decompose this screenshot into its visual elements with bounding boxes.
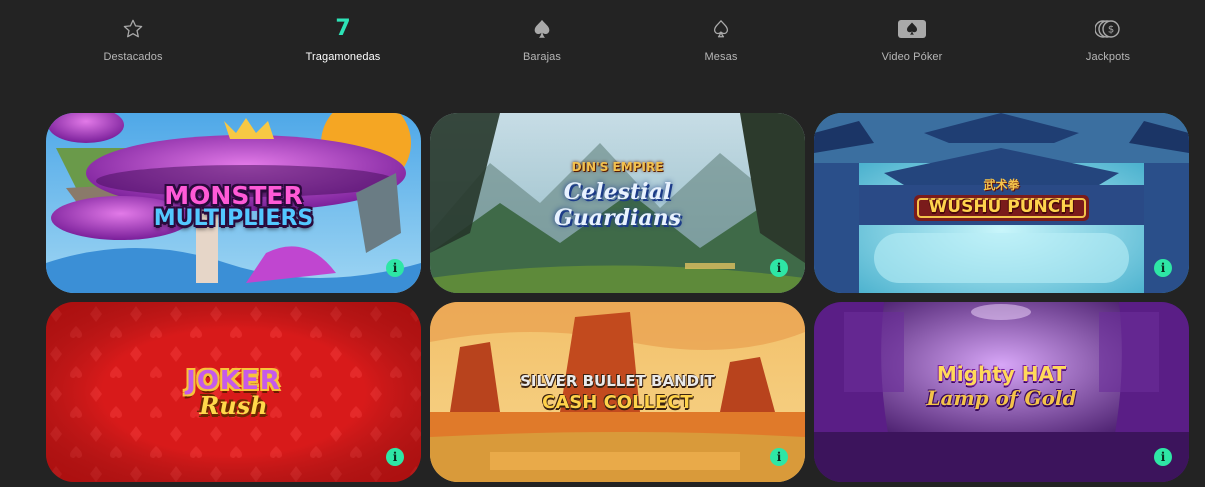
game-card-celestial-guardians[interactable]: DIN'S EMPIRE Celestial Guardians i bbox=[430, 113, 805, 293]
coins-icon: $ bbox=[1038, 14, 1178, 44]
game-brand: DIN'S EMPIRE bbox=[571, 160, 664, 174]
seven-icon: 7 bbox=[335, 16, 351, 41]
nav-item-tragamonedas[interactable]: 7 Tragamonedas bbox=[273, 14, 413, 64]
spade-outline-icon bbox=[651, 14, 791, 44]
nav-label: Destacados bbox=[103, 51, 163, 63]
nav-item-barajas[interactable]: Barajas bbox=[472, 14, 612, 63]
info-button[interactable]: i bbox=[770, 259, 788, 277]
game-card-mighty-hat[interactable]: Mighty HAT Lamp of Gold i bbox=[814, 302, 1189, 482]
nav-label: Tragamonedas bbox=[305, 51, 381, 63]
game-title: Mighty HAT bbox=[936, 362, 1067, 386]
star-icon bbox=[63, 14, 203, 44]
info-button[interactable]: i bbox=[770, 448, 788, 466]
nav-item-video-poker[interactable]: Video Póker bbox=[842, 14, 982, 63]
svg-text:$: $ bbox=[1108, 25, 1114, 36]
nav-label: Barajas bbox=[523, 51, 561, 63]
game-subtitle: Lamp of Gold bbox=[926, 386, 1077, 410]
nav-label: Jackpots bbox=[1085, 51, 1131, 63]
card-spade-icon bbox=[842, 14, 982, 44]
game-title: WUSHU PUNCH bbox=[928, 197, 1075, 217]
spade-icon bbox=[472, 14, 612, 44]
game-card-monster-multipliers[interactable]: MONSTER MULTIPLIERS i bbox=[46, 113, 421, 293]
info-button[interactable]: i bbox=[1154, 448, 1172, 466]
game-title: MONSTER bbox=[164, 181, 303, 210]
info-button[interactable]: i bbox=[1154, 259, 1172, 277]
category-nav: Destacados 7 Tragamonedas Barajas Mesas … bbox=[0, 0, 1205, 80]
info-button[interactable]: i bbox=[386, 259, 404, 277]
game-title: Celestial bbox=[563, 179, 672, 205]
game-subtitle: CASH COLLECT bbox=[542, 392, 693, 413]
game-subtitle: MULTIPLIERS bbox=[153, 206, 314, 231]
game-card-joker-rush[interactable]: JOKER Rush i bbox=[46, 302, 421, 482]
nav-item-mesas[interactable]: Mesas bbox=[651, 14, 791, 63]
nav-item-destacados[interactable]: Destacados bbox=[63, 14, 203, 63]
info-button[interactable]: i bbox=[386, 448, 404, 466]
nav-label: Video Póker bbox=[881, 51, 943, 63]
game-subtitle: Rush bbox=[199, 391, 268, 420]
game-card-silver-bullet-bandit[interactable]: SILVER BULLET BANDIT CASH COLLECT i bbox=[430, 302, 805, 482]
game-subtitle: Guardians bbox=[553, 205, 681, 231]
game-card-wushu-punch[interactable]: 武术拳 WUSHU PUNCH i bbox=[814, 113, 1189, 293]
nav-item-jackpots[interactable]: $ Jackpots bbox=[1038, 14, 1178, 63]
game-brand: 武术拳 bbox=[983, 178, 1020, 192]
nav-label: Mesas bbox=[704, 51, 738, 63]
game-title: SILVER BULLET BANDIT bbox=[520, 372, 715, 390]
